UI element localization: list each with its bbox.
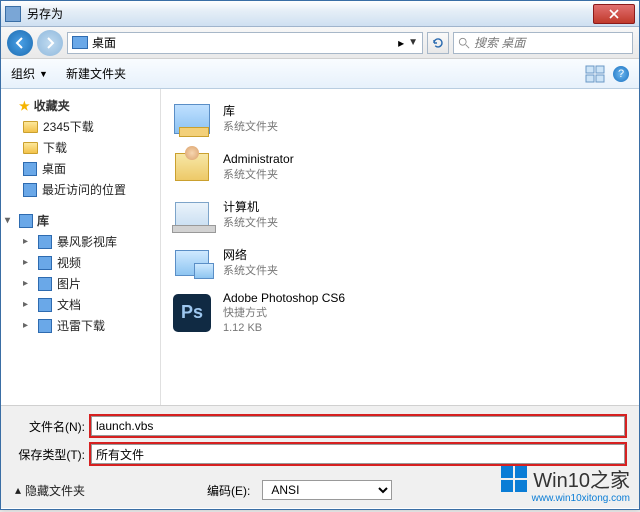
address-dropdown-icon[interactable]: ▼ xyxy=(408,37,418,48)
network-icon xyxy=(175,250,209,276)
star-icon: ★ xyxy=(19,99,30,113)
hide-folders-button[interactable]: ▴ 隐藏文件夹 xyxy=(15,482,85,499)
address-bar[interactable]: 桌面 ▸ ▼ xyxy=(67,32,423,54)
chevron-up-icon: ▴ xyxy=(15,483,21,497)
navbar: 桌面 ▸ ▼ 搜索 桌面 xyxy=(1,27,639,59)
list-item-photoshop[interactable]: Ps Adobe Photoshop CS6快捷方式1.12 KB xyxy=(165,287,635,339)
sidebar-item-baofeng[interactable]: ▸暴风影视库 xyxy=(5,231,156,252)
new-folder-button[interactable]: 新建文件夹 xyxy=(66,65,126,82)
libraries-header[interactable]: ▾ 库 xyxy=(5,210,156,231)
computer-icon xyxy=(175,202,209,228)
breadcrumb-arrow-icon[interactable]: ▸ xyxy=(398,36,404,50)
desktop-icon xyxy=(23,162,37,176)
chevron-down-icon: ▼ xyxy=(39,69,48,79)
libraries-icon xyxy=(19,214,33,228)
chevron-right-icon: ▸ xyxy=(23,320,33,331)
sidebar-item-xunlei[interactable]: ▸迅雷下载 xyxy=(5,315,156,336)
chevron-right-icon: ▸ xyxy=(23,299,33,310)
folder-icon xyxy=(23,142,38,154)
help-button[interactable]: ? xyxy=(613,66,629,82)
filename-input[interactable] xyxy=(91,416,625,436)
back-button[interactable] xyxy=(7,30,33,56)
chevron-right-icon: ▸ xyxy=(23,278,33,289)
list-item-network[interactable]: 网络系统文件夹 xyxy=(165,239,635,287)
body: ★ 收藏夹 2345下载 下载 桌面 最近访问的位置 ▾ 库 ▸暴风影视库 ▸视… xyxy=(1,89,639,405)
search-icon xyxy=(458,37,470,49)
sidebar-item-pictures[interactable]: ▸图片 xyxy=(5,273,156,294)
favorites-group: ★ 收藏夹 2345下载 下载 桌面 最近访问的位置 xyxy=(5,95,156,200)
forward-button[interactable] xyxy=(37,30,63,56)
sidebar-item-downloads[interactable]: 下载 xyxy=(5,137,156,158)
window-title: 另存为 xyxy=(27,5,63,22)
download-lib-icon xyxy=(38,319,52,333)
file-list[interactable]: 库系统文件夹 Administrator系统文件夹 计算机系统文件夹 网络系统文… xyxy=(161,89,639,405)
recent-icon xyxy=(23,183,37,197)
list-item-libraries[interactable]: 库系统文件夹 xyxy=(165,95,635,143)
folder-icon xyxy=(23,121,38,133)
desktop-icon xyxy=(72,36,88,49)
libraries-group: ▾ 库 ▸暴风影视库 ▸视频 ▸图片 ▸文档 ▸迅雷下载 xyxy=(5,210,156,336)
list-item-computer[interactable]: 计算机系统文件夹 xyxy=(165,191,635,239)
titlebar[interactable]: 另存为 xyxy=(1,1,639,27)
watermark: Win10之家 www.win10xitong.com xyxy=(501,464,630,504)
chevron-right-icon: ▸ xyxy=(23,257,33,268)
pictures-icon xyxy=(38,277,52,291)
organize-menu[interactable]: 组织 ▼ xyxy=(11,65,48,82)
libraries-icon xyxy=(174,104,210,134)
search-input[interactable]: 搜索 桌面 xyxy=(453,32,633,54)
filetype-select[interactable]: 所有文件 xyxy=(91,444,625,464)
sidebar-item-documents[interactable]: ▸文档 xyxy=(5,294,156,315)
documents-icon xyxy=(38,298,52,312)
save-as-dialog: 另存为 桌面 ▸ ▼ 搜索 桌面 组织 ▼ 新建文件夹 xyxy=(0,0,640,510)
toolbar: 组织 ▼ 新建文件夹 ? xyxy=(1,59,639,89)
sidebar: ★ 收藏夹 2345下载 下载 桌面 最近访问的位置 ▾ 库 ▸暴风影视库 ▸视… xyxy=(1,89,161,405)
filename-label: 文件名(N): xyxy=(15,418,91,435)
photoshop-icon: Ps xyxy=(173,294,211,332)
watermark-text: Win10之家 xyxy=(533,464,630,493)
user-folder-icon xyxy=(175,153,209,181)
sidebar-item-videos[interactable]: ▸视频 xyxy=(5,252,156,273)
video-lib-icon xyxy=(38,235,52,249)
search-placeholder: 搜索 桌面 xyxy=(474,34,525,51)
back-arrow-icon xyxy=(14,37,26,49)
close-icon xyxy=(609,9,619,19)
chevron-down-icon: ▾ xyxy=(5,215,15,226)
refresh-button[interactable] xyxy=(427,32,449,54)
address-text: 桌面 xyxy=(92,34,394,51)
sidebar-item-2345[interactable]: 2345下载 xyxy=(5,116,156,137)
video-icon xyxy=(38,256,52,270)
windows-logo-icon xyxy=(501,466,527,492)
encoding-label: 编码(E): xyxy=(207,482,250,499)
favorites-header[interactable]: ★ 收藏夹 xyxy=(5,95,156,116)
chevron-right-icon: ▸ xyxy=(23,236,33,247)
forward-arrow-icon xyxy=(44,37,56,49)
filetype-label: 保存类型(T): xyxy=(15,446,91,463)
window-icon xyxy=(5,6,21,22)
view-options-button[interactable] xyxy=(585,65,605,83)
sidebar-item-recent[interactable]: 最近访问的位置 xyxy=(5,179,156,200)
refresh-icon xyxy=(431,36,445,50)
sidebar-item-desktop[interactable]: 桌面 xyxy=(5,158,156,179)
watermark-url: www.win10xitong.com xyxy=(501,493,630,504)
encoding-select[interactable]: ANSI xyxy=(262,480,392,500)
list-item-administrator[interactable]: Administrator系统文件夹 xyxy=(165,143,635,191)
close-button[interactable] xyxy=(593,4,635,24)
